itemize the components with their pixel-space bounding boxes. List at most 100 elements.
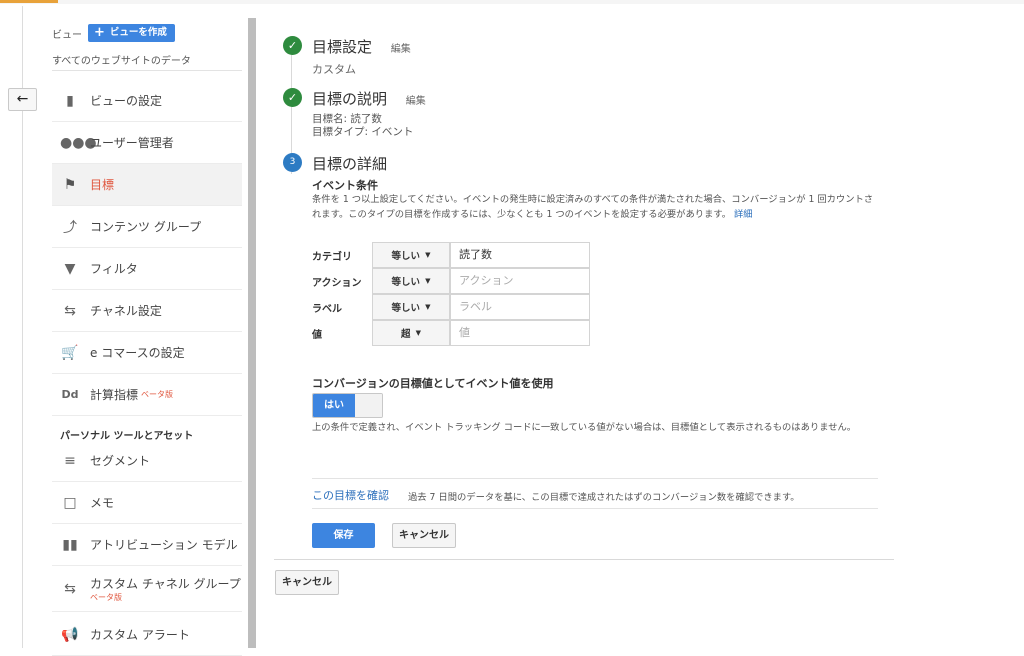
use-event-value-title: コンバージョンの目標値としてイベント値を使用 [312,377,554,390]
divider [312,478,878,479]
step-title: 目標設定 [312,38,373,56]
caret-down-icon: ▼ [425,277,431,285]
beta-badge: ベータ版 [90,592,122,602]
use-event-value-toggle[interactable]: はい [312,393,383,418]
condition-row-label: ラベル 等しい ▼ ラベル [312,294,590,320]
sidebar-item-content-grouping[interactable]: ⤴ コンテンツ グループ [52,206,242,248]
condition-label: カテゴリ [312,251,352,263]
sidebar-item-user-management[interactable]: ●●● ユーザー管理者 [52,122,242,164]
sidebar-item-ecommerce[interactable]: 🛒 e コマースの設定 [52,332,242,374]
sidebar-item-label-wrap: カスタム チャネル グループ ベータ版 [90,575,241,603]
condition-row-category: カテゴリ 等しい ▼ 読了数 [312,242,590,268]
condition-label: ラベル [312,303,342,315]
caret-down-icon: ▼ [415,329,421,337]
sidebar-item-label: セグメント [90,454,151,468]
goal-type-line: 目標タイプ: イベント [312,126,414,138]
view-header: ビュー + ビューを作成 [52,24,175,42]
sidebar-item-label: ユーザー管理者 [90,136,174,150]
toggle-on-label: はい [313,394,355,417]
learn-more-link[interactable]: 詳細 [734,209,753,220]
operator-value: 等しい [391,303,421,314]
view-selector-value[interactable]: すべてのウェブサイトのデータ [52,52,191,67]
edit-goal-setup-link[interactable]: 編集 [391,44,411,55]
sidebar-item-label: e コマースの設定 [90,346,185,360]
operator-value: 等しい [391,277,421,288]
goal-setup-value: カスタム [312,63,356,76]
value-input[interactable]: 値 [450,320,590,346]
plus-icon: + [94,25,105,40]
condition-label: アクション [312,277,362,289]
operator-value: 等しい [391,251,421,262]
back-button[interactable]: ← [8,88,37,111]
users-icon: ●●● [60,134,97,151]
comment-icon: □ [63,494,77,511]
cart-icon: 🛒 [61,344,79,361]
bar-chart-icon: ▮▮ [62,536,78,553]
event-conditions-desc: 条件を 1 つ以上設定してください。イベントの発生時に設定済みのすべての条件が満… [312,192,882,222]
operator-dropdown[interactable]: 等しい ▼ [372,268,450,294]
sidebar-item-custom-channel-grouping[interactable]: ⇆ カスタム チャネル グループ ベータ版 [52,566,242,612]
operator-dropdown[interactable]: 等しい ▼ [372,242,450,268]
goal-name-line: 目標名: 読了数 [312,113,382,125]
step-goal-details: 目標の詳細 [312,155,388,173]
label-input[interactable]: ラベル [450,294,590,320]
condition-label: 値 [312,329,322,341]
event-conditions-text: 条件を 1 つ以上設定してください。イベントの発生時に設定済みのすべての条件が満… [312,194,874,220]
dd-icon: Dd [61,388,79,401]
sidebar-item-segments[interactable]: ≡ セグメント [52,440,242,482]
step-goal-setup: 目標設定 編集 [312,36,411,57]
divider [312,508,878,509]
verify-goal-desc: 過去 7 日間のデータを基に、この目標で達成されたはずのコンバージョン数を確認で… [408,492,800,503]
operator-dropdown[interactable]: 等しい ▼ [372,294,450,320]
sidebar-item-label: アトリビューション モデル [90,538,238,552]
verify-goal-link[interactable]: この目標を確認 [312,487,389,503]
toggle-knob [355,394,382,417]
beta-badge: ベータ版 [141,390,174,399]
caret-down-icon: ▼ [425,303,431,311]
sidebar-item-attribution-models[interactable]: ▮▮ アトリビューション モデル [52,524,242,566]
sidebar-item-custom-alerts[interactable]: 📢 カスタム アラート [52,614,242,656]
action-input[interactable]: アクション [450,268,590,294]
create-view-label: ビューを作成 [109,27,167,38]
sidebar-item-label: 目標 [90,178,115,192]
filter-icon: ▼ [64,260,76,277]
sidebar-item-label: カスタム アラート [90,628,190,642]
arrow-left-icon: ← [16,91,29,107]
megaphone-icon: 📢 [61,626,79,643]
flag-icon: ⚑ [63,176,77,193]
sidebar-item-channel-settings[interactable]: ⇆ チャネル設定 [52,290,242,332]
operator-dropdown[interactable]: 超 ▼ [372,320,450,346]
sidebar-item-view-settings[interactable]: ▮ ビューの設定 [52,80,242,122]
condition-row-action: アクション 等しい ▼ アクション [312,268,590,294]
cancel-button[interactable]: キャンセル [392,523,456,548]
view-label: ビュー [52,29,82,41]
sidebar-item-label: カスタム チャネル グループ [90,576,241,591]
step-title: 目標の説明 [312,90,388,108]
sidebar-item-label: ビューの設定 [90,94,163,108]
sidebar-item-filters[interactable]: ▼ フィルタ [52,248,242,290]
admin-sidebar: ビュー + ビューを作成 すべてのウェブサイトのデータ ▮ ビューの設定 ●●●… [52,16,242,656]
top-accent [0,0,58,3]
divider [274,559,894,560]
sidebar-item-annotations[interactable]: □ メモ [52,482,242,524]
operator-value: 超 [401,329,411,340]
step-goal-description: 目標の説明 編集 [312,88,426,109]
cancel-goal-button[interactable]: キャンセル [275,570,339,595]
check-icon: ✓ [283,88,302,107]
sidebar-scrollbar[interactable] [248,18,256,648]
person-walk-icon: ⤴ [63,219,77,236]
sidebar-item-label: チャネル設定 [90,304,162,318]
goal-editor: ✓ 目標設定 編集 カスタム ✓ 目標の説明 編集 目標名: 読了数 目標タイプ… [274,0,1024,648]
sidebar-item-goals[interactable]: ⚑ 目標 [52,164,242,206]
use-event-value-desc: 上の条件で定義され、イベント トラッキング コードに一致している値がない場合は、… [312,422,857,433]
sidebar-item-label: コンテンツ グループ [90,220,202,234]
category-input[interactable]: 読了数 [450,242,590,268]
create-view-button[interactable]: + ビューを作成 [88,24,175,42]
caret-down-icon: ▼ [425,251,431,259]
sidebar-item-label: 計算指標 [90,388,139,402]
save-button[interactable]: 保存 [312,523,375,548]
document-icon: ▮ [66,92,74,109]
edit-goal-description-link[interactable]: 編集 [406,96,426,107]
condition-row-value: 値 超 ▼ 値 [312,320,590,346]
sidebar-item-calculated-metrics[interactable]: Dd 計算指標 ベータ版 [52,374,242,416]
